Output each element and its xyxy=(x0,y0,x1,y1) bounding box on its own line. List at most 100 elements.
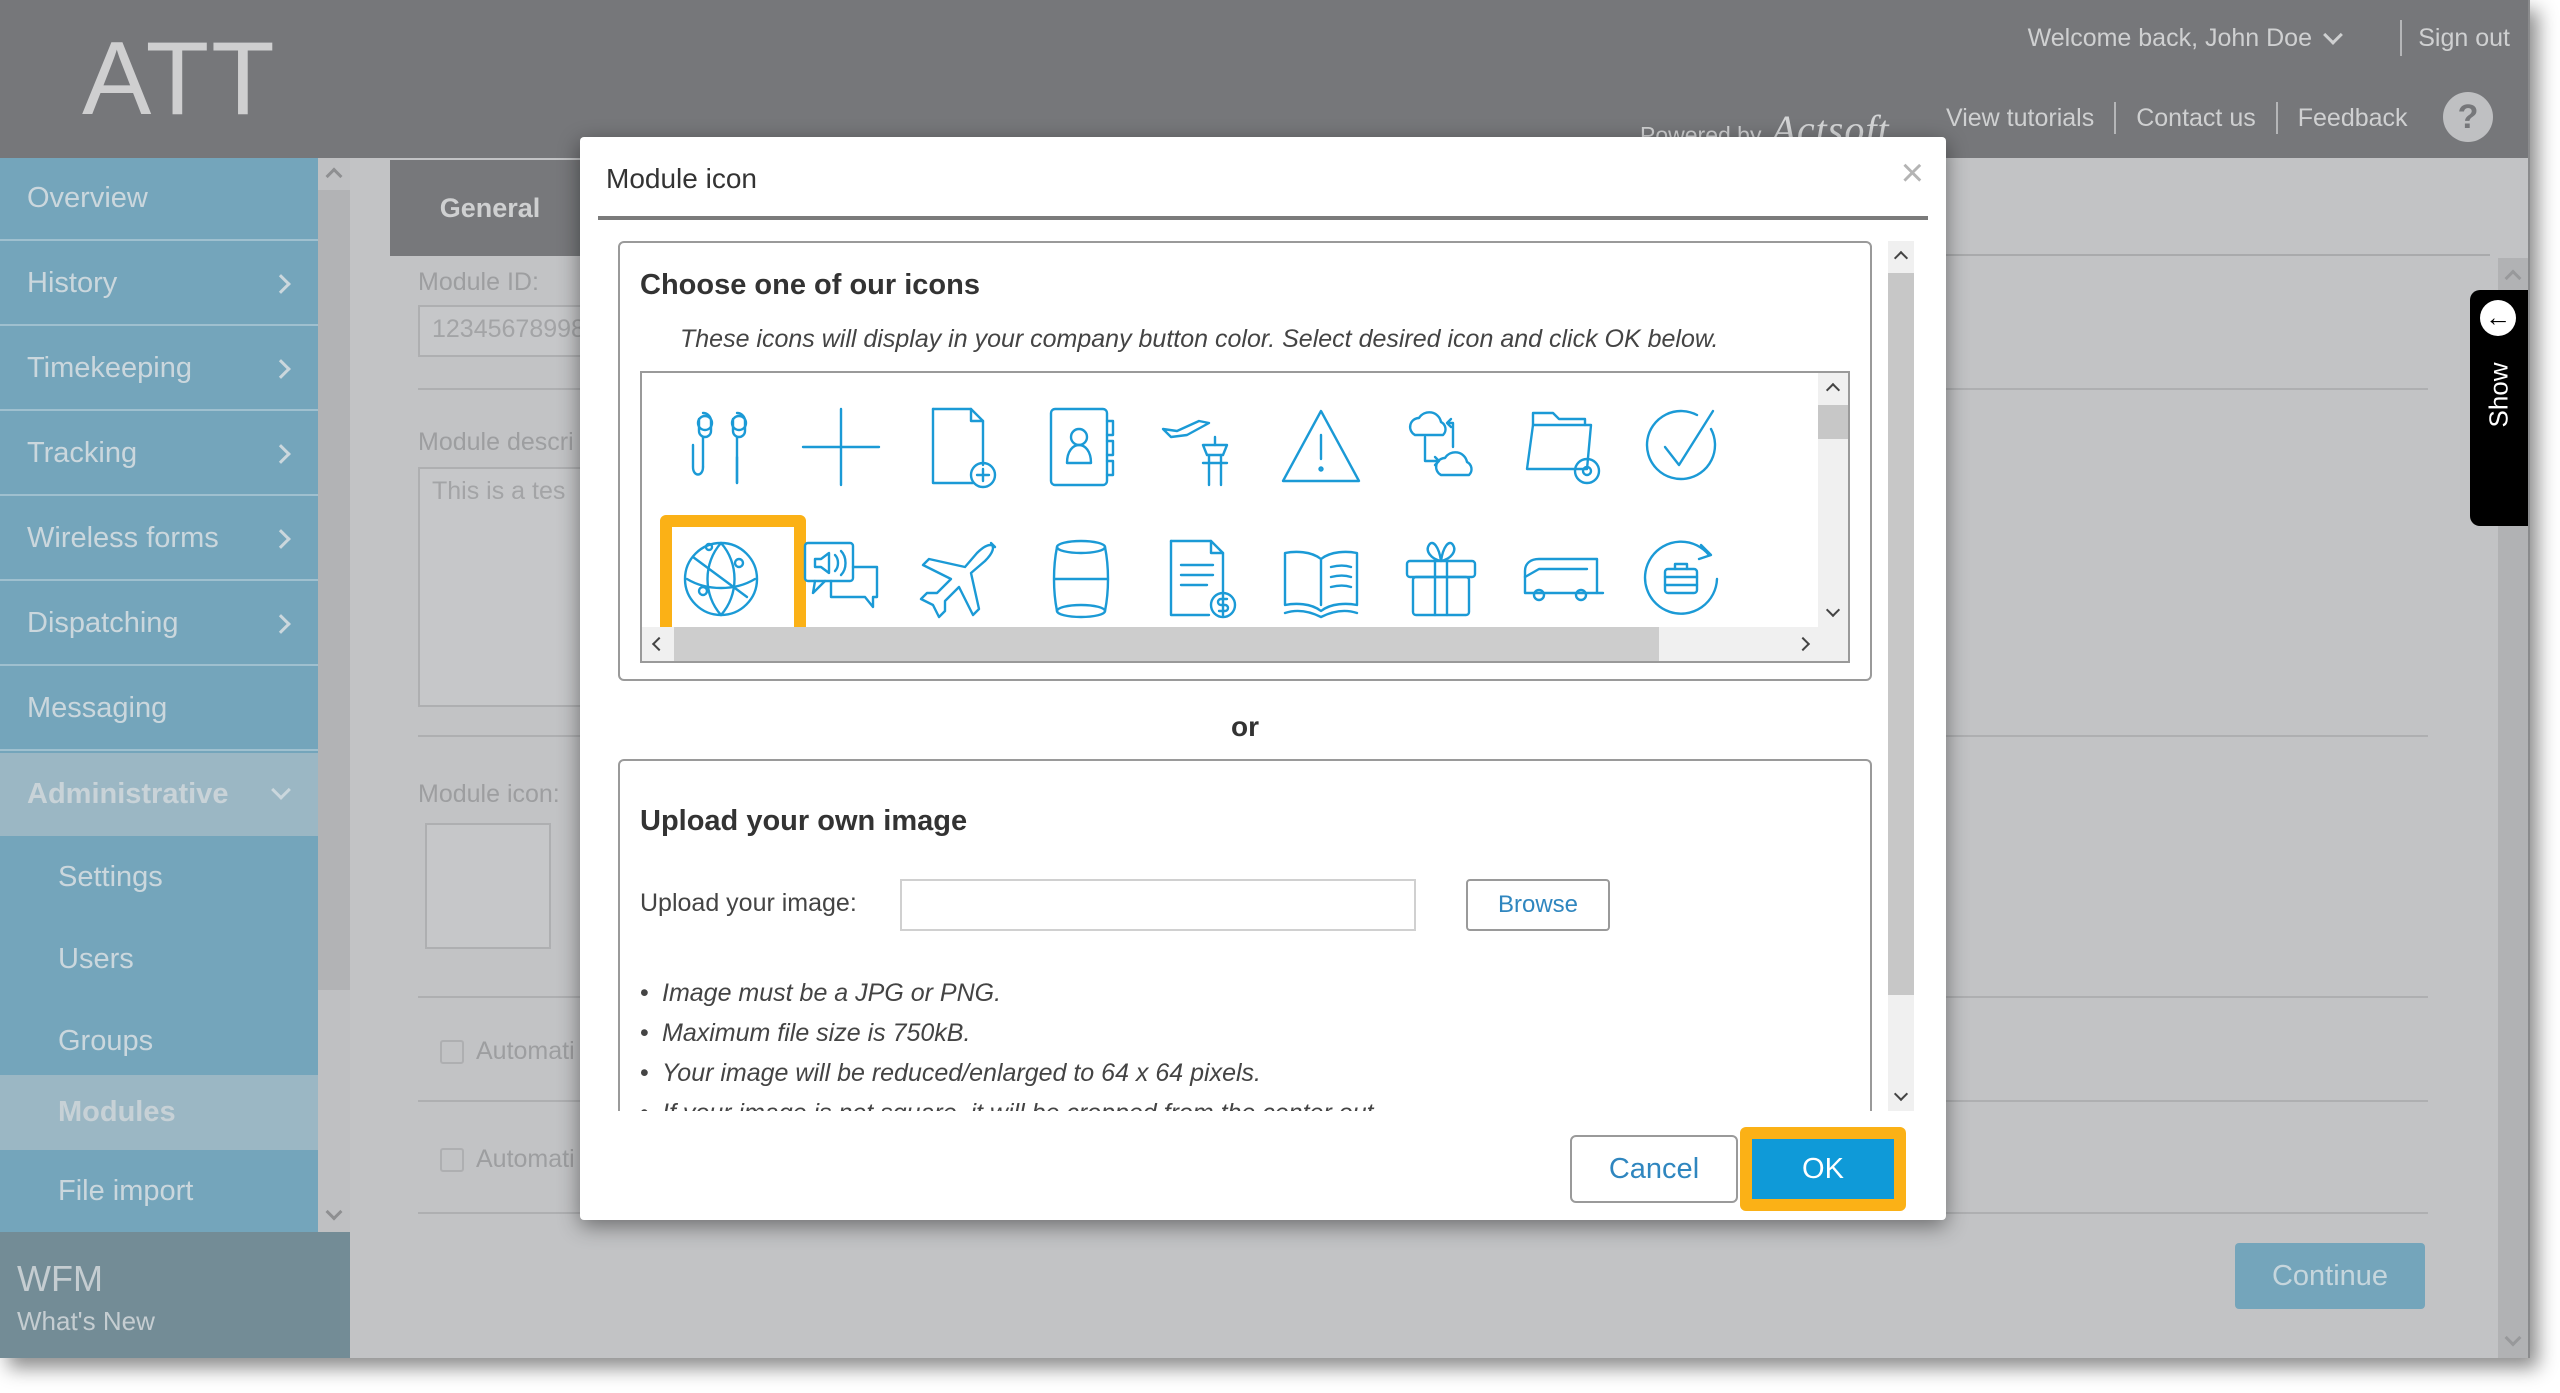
sidebar-item-label: File import xyxy=(58,1174,194,1207)
show-panel-tab[interactable]: ← Show xyxy=(2470,290,2528,526)
automatic-checkbox-2[interactable] xyxy=(440,1148,464,1172)
barrel-icon xyxy=(1052,539,1110,619)
icon-grid-vscrollbar[interactable] xyxy=(1818,373,1848,629)
check-circle-icon xyxy=(1645,409,1717,481)
module-icon-label: Module icon: xyxy=(418,780,560,808)
icon-option[interactable] xyxy=(782,387,900,507)
automatic-label-1: Automati xyxy=(476,1037,575,1065)
scroll-right-icon[interactable] xyxy=(1795,636,1811,652)
icon-option[interactable] xyxy=(1022,519,1140,639)
scroll-down-icon[interactable] xyxy=(2504,1329,2522,1347)
sidebar-item-dispatching[interactable]: Dispatching xyxy=(0,583,318,666)
window-edge xyxy=(2528,0,2530,1358)
sidebar-item-label: Wireless forms xyxy=(27,522,219,554)
module-description-label: Module descri xyxy=(418,428,574,456)
help-icon[interactable]: ? xyxy=(2443,92,2493,142)
icon-option[interactable] xyxy=(902,519,1020,639)
module-id-label: Module ID: xyxy=(418,268,539,296)
sidebar-item-tracking[interactable]: Tracking xyxy=(0,413,318,496)
scrollbar-thumb[interactable] xyxy=(1818,405,1848,439)
scroll-left-icon[interactable] xyxy=(651,636,667,652)
icon-option[interactable] xyxy=(1022,387,1140,507)
scroll-up-icon[interactable] xyxy=(1825,382,1841,398)
sidebar-item-label: Tracking xyxy=(27,437,138,469)
icon-option[interactable] xyxy=(1142,519,1260,639)
upload-rules: Image must be a JPG or PNG. Maximum file… xyxy=(640,973,1380,1111)
app-window: ATT Welcome back, John Doe Sign out Powe… xyxy=(0,0,2530,1358)
sidebar-item-administrative[interactable]: Administrative xyxy=(0,753,318,836)
bus-icon xyxy=(1523,557,1605,602)
chevron-right-icon xyxy=(271,529,291,549)
upload-file-input[interactable] xyxy=(900,879,1416,931)
sign-out-link[interactable]: Sign out xyxy=(2418,24,2510,53)
upload-label: Upload your image: xyxy=(640,889,857,917)
icon-option[interactable] xyxy=(1502,387,1620,507)
contact-us-link[interactable]: Contact us xyxy=(2116,104,2276,133)
sidebar-subitem-users[interactable]: Users xyxy=(0,918,318,1000)
sidebar-item-history[interactable]: History xyxy=(0,243,318,326)
warning-icon xyxy=(1281,409,1361,483)
scroll-down-icon[interactable] xyxy=(1893,1086,1909,1102)
icon-option[interactable] xyxy=(1262,387,1380,507)
sidebar-subitem-file-import[interactable]: File import xyxy=(0,1150,318,1232)
icon-grid-hscrollbar[interactable] xyxy=(642,627,1848,661)
sidebar-item-timekeeping[interactable]: Timekeeping xyxy=(0,328,318,411)
chevron-right-icon xyxy=(271,274,291,294)
sidebar-subitem-groups[interactable]: Groups xyxy=(0,1000,318,1082)
scroll-down-icon[interactable] xyxy=(1825,602,1841,618)
user-menu[interactable]: Welcome back, John Doe xyxy=(2027,24,2343,53)
scrollbar-thumb[interactable] xyxy=(318,190,350,990)
scroll-up-icon[interactable] xyxy=(1893,250,1909,266)
header-divider xyxy=(2400,20,2402,56)
icon-option[interactable] xyxy=(1382,519,1500,639)
module-icon-preview[interactable] xyxy=(425,823,551,949)
icon-option[interactable] xyxy=(1142,387,1260,507)
welcome-text: Welcome back, John Doe xyxy=(2027,24,2312,52)
icon-grid-scroller xyxy=(640,371,1850,663)
icon-option[interactable] xyxy=(660,515,806,661)
sidebar-item-overview[interactable]: Overview xyxy=(0,158,318,241)
ok-button[interactable]: OK xyxy=(1752,1139,1894,1199)
scrollbar-thumb[interactable] xyxy=(674,627,1659,661)
close-icon[interactable]: × xyxy=(1901,151,1924,196)
icon-option[interactable] xyxy=(902,387,1020,507)
icon-option[interactable] xyxy=(1262,519,1380,639)
sidebar-subitem-settings[interactable]: Settings xyxy=(0,836,318,918)
earbuds-icon xyxy=(691,411,748,485)
sidebar-item-messaging[interactable]: Messaging xyxy=(0,668,318,751)
sidebar-item-label: Overview xyxy=(27,182,148,214)
dialog-title: Module icon xyxy=(606,163,757,194)
feedback-link[interactable]: Feedback xyxy=(2278,104,2428,133)
icon-option[interactable] xyxy=(1622,519,1740,639)
contact-book-icon xyxy=(1049,407,1115,487)
scroll-up-icon[interactable] xyxy=(325,167,343,185)
browse-button[interactable]: Browse xyxy=(1466,879,1610,931)
scroll-down-icon[interactable] xyxy=(325,1203,343,1221)
icon-option[interactable] xyxy=(662,387,780,507)
sidebar-item-wireless-forms[interactable]: Wireless forms xyxy=(0,498,318,581)
sidebar-scrollbar[interactable] xyxy=(318,158,350,1232)
scroll-up-icon[interactable] xyxy=(2504,269,2522,287)
choose-icon-heading: Choose one of our icons xyxy=(640,269,980,301)
choose-icon-note: These icons will display in your company… xyxy=(680,325,1719,353)
icon-option[interactable] xyxy=(1502,519,1620,639)
sidebar-subitem-modules[interactable]: Modules xyxy=(0,1075,318,1150)
view-tutorials-link[interactable]: View tutorials xyxy=(1946,104,2114,133)
product-name: WFM xyxy=(17,1258,103,1299)
continue-button[interactable]: Continue xyxy=(2235,1243,2425,1309)
chevron-right-icon xyxy=(271,359,291,379)
tab-general[interactable]: General xyxy=(390,160,590,256)
cancel-button[interactable]: Cancel xyxy=(1570,1135,1738,1203)
upload-rule: If your image is not square, it will be … xyxy=(640,1093,1380,1111)
icon-option[interactable] xyxy=(782,519,900,639)
sidebar-item-label: History xyxy=(27,267,118,299)
sidebar-item-label: Dispatching xyxy=(27,607,179,639)
scrollbar-thumb[interactable] xyxy=(1888,273,1914,995)
icon-option[interactable] xyxy=(1622,387,1740,507)
sidebar-footer[interactable]: WFM What's New xyxy=(0,1232,350,1358)
automatic-checkbox-1[interactable] xyxy=(440,1040,464,1064)
whats-new-link[interactable]: What's New xyxy=(17,1306,155,1337)
dialog-scrollbar[interactable] xyxy=(1888,241,1914,1111)
icon-option[interactable] xyxy=(1382,387,1500,507)
sidebar-item-label: Users xyxy=(58,942,134,975)
